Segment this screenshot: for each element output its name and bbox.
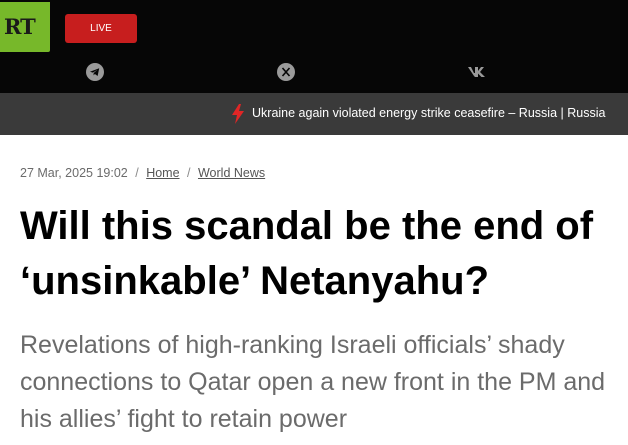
live-button[interactable]: LIVE bbox=[65, 14, 137, 43]
top-bar: RT LIVE bbox=[0, 0, 628, 93]
breadcrumb-world-news-link[interactable]: World News bbox=[198, 166, 265, 180]
vk-icon[interactable] bbox=[466, 62, 490, 82]
breadcrumb-separator: / bbox=[187, 166, 191, 180]
breadcrumb: 27 Mar, 2025 19:02 / Home / World News bbox=[20, 166, 265, 180]
telegram-icon[interactable] bbox=[85, 62, 105, 82]
x-icon[interactable] bbox=[276, 62, 296, 82]
breadcrumb-separator: / bbox=[135, 166, 139, 180]
rt-logo[interactable]: RT bbox=[0, 2, 50, 52]
article-subtitle: Revelations of high-ranking Israeli offi… bbox=[20, 331, 606, 433]
news-ticker: Ukraine again violated energy strike cea… bbox=[0, 93, 628, 135]
logo-text: RT bbox=[4, 14, 36, 39]
article-headline: Will this scandal be the end of ‘unsinka… bbox=[20, 204, 594, 303]
publish-date: 27 Mar, 2025 19:02 bbox=[20, 166, 128, 180]
lightning-icon bbox=[232, 104, 244, 124]
breadcrumb-home-link[interactable]: Home bbox=[146, 166, 179, 180]
ticker-headline-link[interactable]: Ukraine again violated energy strike cea… bbox=[252, 106, 605, 120]
